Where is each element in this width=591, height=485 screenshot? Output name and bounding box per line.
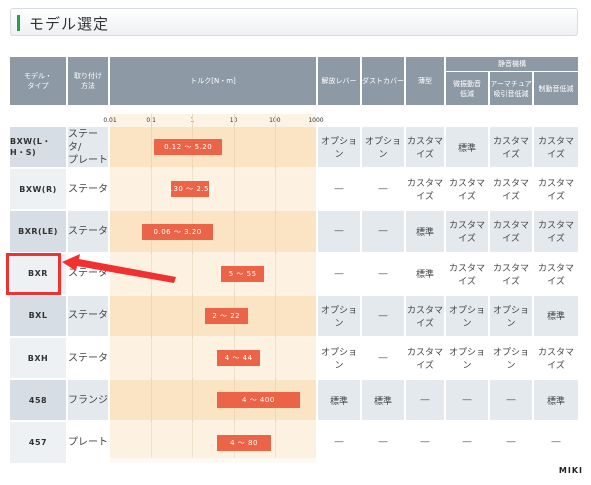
highlight-arrow bbox=[62, 254, 176, 283]
brand-logo: MIKI bbox=[558, 466, 583, 475]
